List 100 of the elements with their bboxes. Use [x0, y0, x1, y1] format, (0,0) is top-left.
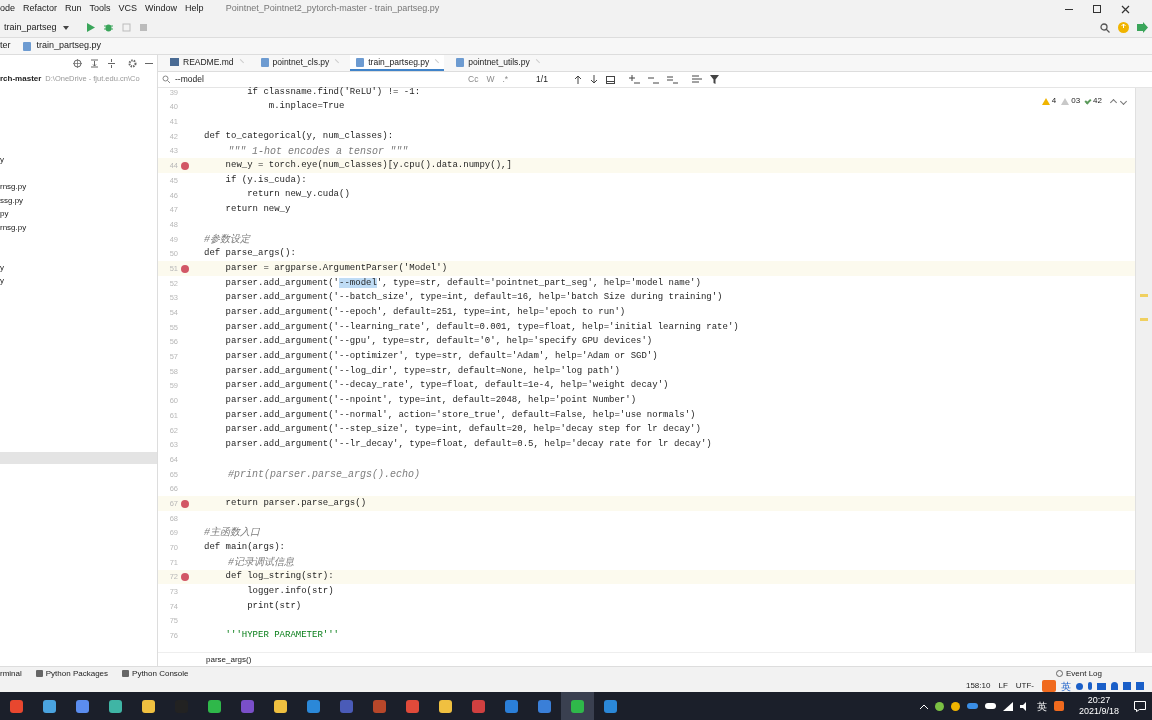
tree-item[interactable]: ssg.py [0, 193, 157, 208]
up-arrow-icon[interactable] [573, 75, 582, 84]
editor-tab[interactable]: pointnet_cls.py [254, 55, 345, 71]
menu-item[interactable]: Help [185, 2, 204, 16]
cloud-icon[interactable] [984, 703, 996, 709]
code-line: parser.add_argument('--decay_rate', type=float, default=1e-4, help='weight decay') [224, 379, 669, 393]
taskbar-app-icon[interactable] [561, 692, 594, 720]
tool-window-button[interactable]: Python Console [122, 667, 189, 680]
python-file-icon [22, 41, 31, 51]
breakpoint-icon[interactable] [181, 499, 189, 508]
code-line: '''HYPER PARAMETER''' [224, 629, 340, 643]
menu-item[interactable]: Tools [89, 2, 111, 16]
code-line: def to_categorical(y, num_classes): [204, 129, 394, 143]
editor-tab[interactable]: train_partseg.py [350, 55, 445, 71]
breakpoint-icon[interactable] [181, 264, 189, 273]
breakpoint-icon[interactable] [181, 573, 189, 582]
match-count: 1/1 [536, 73, 548, 86]
status-item[interactable]: 158:10 [965, 680, 991, 692]
code-line: return new_y [224, 203, 291, 217]
search-option-toggle[interactable]: .* [502, 73, 509, 86]
status-item[interactable]: LF [998, 680, 1008, 692]
code-line: if classname.find('ReLU') != -1: [246, 85, 421, 99]
minimize-icon[interactable] [1065, 8, 1073, 10]
tree-item[interactable]: rnsg.py [0, 180, 157, 194]
menu-item[interactable]: Refactor [23, 2, 58, 16]
editor-tab[interactable]: pointnet_utils.py [450, 55, 545, 71]
code-line: def main(args): [204, 540, 285, 554]
breadcrumb-item[interactable]: ter [0, 39, 11, 53]
sogou-icon[interactable] [1053, 701, 1064, 711]
markdown-file-icon [170, 58, 179, 66]
target-icon[interactable] [73, 58, 82, 68]
person-icon[interactable] [1111, 682, 1118, 690]
arrow-icon[interactable] [1137, 22, 1148, 33]
code-line: m.inplace=True [267, 100, 345, 114]
maximize-icon[interactable] [1093, 5, 1101, 13]
breakpoint-icon[interactable] [181, 161, 189, 170]
caret-icon[interactable] [62, 25, 69, 30]
project-root[interactable]: rch-master [0, 73, 42, 85]
tree-item[interactable]: y [0, 153, 157, 167]
search-field[interactable]: --model [158, 73, 448, 86]
code-line: parser.add_argument('--npoint', type=int, default=2048, help='point Number') [224, 394, 637, 408]
clock-time[interactable]: 20:27 [1087, 695, 1111, 706]
ime-mode[interactable]: 英 [1036, 698, 1047, 714]
bug-icon[interactable] [103, 23, 113, 32]
inspection-counter[interactable]: 03 [1061, 95, 1081, 107]
search-option-toggle[interactable]: W [486, 73, 495, 86]
search-option-toggle[interactable]: Cc [468, 73, 479, 86]
tree-item[interactable]: py [0, 207, 157, 221]
search-icon[interactable] [1100, 22, 1110, 33]
code-line: return new_y.cuda() [246, 188, 350, 202]
status-item[interactable]: UTF- [1015, 680, 1034, 692]
code-line: parser.add_argument('--lr_decay', type=float, default=0.5, help='decay rate for lr decay') [224, 438, 712, 452]
inspection-counter[interactable]: 42 [1085, 95, 1102, 107]
code-comment: """ 1-hot encodes a tensor """ [227, 144, 409, 159]
menu-item[interactable]: ode [0, 2, 16, 16]
code-line: return parser.parse_args() [224, 496, 367, 510]
inspection-counter[interactable]: 4 [1041, 95, 1057, 107]
filter-icon[interactable] [709, 75, 719, 84]
editor-tab[interactable]: README.md [164, 55, 249, 71]
code-line: def parse_args(): [204, 247, 296, 261]
code-line: parser.add_argument('--log_dir', type=str, default=None, help='log path') [224, 364, 620, 378]
code-line: parser.add_argument('--batch_size', type=int, default=16, help='batch Size during training') [224, 291, 723, 305]
tree-item[interactable]: rnsg.py [0, 220, 157, 234]
code-line: parser.add_argument('--normal', action='store_true', default=False, help='use normals') [224, 408, 696, 422]
remove-occurrence-icon[interactable] [647, 75, 659, 84]
clock-date[interactable]: 2021/9/18 [1078, 706, 1119, 717]
settings-icon[interactable] [128, 58, 137, 68]
code-line: parser.add_argument('--epoch', default=251, type=int, help='epoch to run') [224, 305, 626, 319]
warning-stripe [1140, 294, 1148, 297]
tree-item[interactable]: y [0, 274, 157, 288]
tree-item[interactable]: y [0, 260, 157, 275]
lines-icon[interactable] [691, 75, 702, 84]
code-line: parser.add_argument('--model', type=str, default='pointnet_part_seg', help='model name') [224, 276, 701, 290]
window-icon[interactable] [605, 75, 615, 84]
editor-breadcrumb[interactable]: parse_args() [206, 653, 252, 666]
select-all-icon[interactable] [666, 75, 678, 84]
event-log-button[interactable]: Event Log [1055, 667, 1102, 680]
collapse-all-icon[interactable] [107, 58, 116, 68]
run-config-dropdown[interactable]: train_partseg [0, 19, 75, 36]
menu-item[interactable]: Window [145, 2, 178, 16]
mic-icon[interactable] [1088, 682, 1092, 690]
menu-item[interactable]: Run [65, 2, 82, 16]
add-occurrence-icon[interactable] [628, 75, 640, 84]
moon-icon[interactable] [1076, 682, 1083, 690]
code-line: if (y.is_cuda): [224, 173, 307, 187]
code-comment: #主函数入口 [204, 525, 260, 541]
run-icon[interactable] [86, 23, 95, 32]
wifi-icon[interactable] [1002, 701, 1013, 711]
notification-icon[interactable] [1134, 700, 1146, 712]
code-line: def log_string(str): [224, 570, 334, 584]
tool-window-button[interactable]: Python Packages [35, 667, 109, 680]
tool-window-button[interactable]: rminal [0, 667, 22, 680]
code-comment: #print(parser.parse_args().echo) [227, 467, 421, 482]
code-line: print(str) [246, 599, 302, 613]
expand-all-icon[interactable] [90, 58, 99, 68]
ime-mode[interactable]: 英 [1061, 678, 1071, 694]
breadcrumb-item[interactable]: train_partseg.py [36, 39, 102, 53]
code-comment: #记录调试信息 [227, 555, 294, 570]
down-arrow-icon[interactable] [589, 75, 598, 84]
menu-item[interactable]: VCS [118, 2, 138, 16]
